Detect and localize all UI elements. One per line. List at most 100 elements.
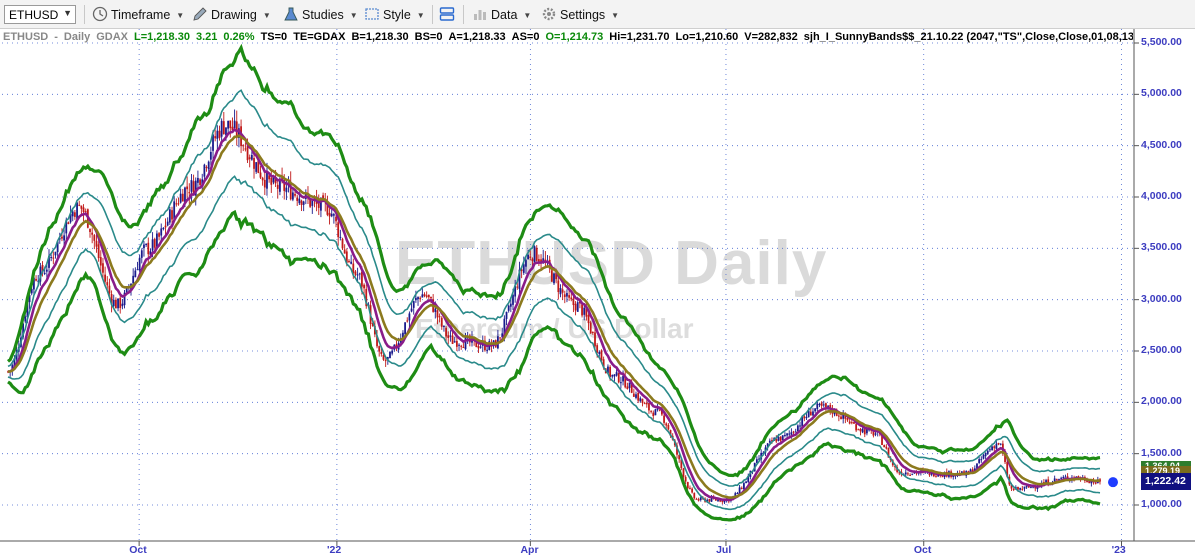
candle-body bbox=[686, 482, 689, 489]
candle-body bbox=[805, 417, 808, 419]
candle-body bbox=[850, 422, 853, 424]
time-tick-label: Apr bbox=[520, 544, 539, 556]
candle-body bbox=[861, 428, 864, 433]
candle-body bbox=[587, 314, 590, 324]
candle-body bbox=[380, 351, 383, 355]
candle-body bbox=[652, 412, 655, 417]
candle-body bbox=[626, 386, 629, 389]
candle-body bbox=[691, 488, 694, 493]
candle-body bbox=[559, 288, 562, 295]
status-te: TE=GDAX bbox=[293, 31, 346, 43]
candle-body bbox=[229, 120, 232, 129]
candle-body bbox=[162, 227, 165, 230]
price-tick-label: 2,000.00 bbox=[1141, 395, 1182, 408]
time-tick-label: Oct bbox=[129, 544, 147, 556]
candle-body bbox=[736, 493, 739, 495]
candle-body bbox=[822, 404, 825, 406]
candle-body bbox=[784, 434, 786, 436]
candle-body bbox=[95, 240, 98, 247]
candle-body bbox=[904, 472, 907, 475]
candle-body bbox=[248, 157, 251, 160]
candle-body bbox=[168, 209, 171, 223]
candle-body bbox=[689, 487, 691, 489]
candle-body bbox=[848, 421, 851, 424]
chevron-down-icon: ▼ bbox=[262, 11, 271, 20]
candle-body bbox=[516, 286, 519, 288]
candle-body bbox=[803, 416, 806, 419]
candle-body bbox=[637, 392, 640, 401]
candle-body bbox=[414, 297, 417, 301]
candle-body bbox=[84, 211, 87, 213]
drawing-button[interactable]: Drawing ▼ bbox=[192, 6, 271, 24]
candle-body bbox=[995, 443, 998, 449]
candle-body bbox=[423, 294, 426, 297]
candle-body bbox=[846, 418, 849, 421]
status-open: O=1,214.73 bbox=[545, 31, 604, 43]
candle-body bbox=[188, 192, 191, 194]
candle-body bbox=[93, 235, 96, 241]
style-button[interactable]: Style ▼ bbox=[364, 6, 425, 24]
status-change: 3.21 bbox=[195, 31, 218, 43]
candle-body bbox=[425, 295, 428, 297]
candle-body bbox=[566, 293, 568, 297]
candle-body bbox=[453, 341, 456, 343]
candle-body bbox=[708, 499, 711, 502]
status-symbol: ETHUSD bbox=[3, 31, 49, 43]
settings-button[interactable]: Settings ▼ bbox=[541, 6, 619, 24]
candle-body bbox=[635, 394, 637, 398]
candle-body bbox=[684, 477, 687, 482]
candle-body bbox=[52, 257, 55, 259]
candle-body bbox=[348, 260, 350, 262]
candle-body bbox=[721, 500, 724, 502]
candle-body bbox=[361, 271, 363, 287]
upper-outer-band-line bbox=[6, 43, 1101, 478]
status-high: Hi=1,231.70 bbox=[609, 31, 670, 43]
candle-body bbox=[197, 177, 199, 183]
candle-body bbox=[479, 346, 482, 348]
candle-body bbox=[436, 310, 439, 318]
candle-body bbox=[525, 260, 527, 267]
candle-body bbox=[89, 228, 91, 233]
candle-body bbox=[743, 483, 745, 490]
price-chart[interactable] bbox=[0, 29, 1195, 560]
candle-body bbox=[557, 280, 560, 293]
candle-body bbox=[119, 297, 122, 308]
studies-button[interactable]: Studies ▼ bbox=[283, 6, 358, 24]
candle-body bbox=[645, 402, 648, 405]
candle-body bbox=[270, 177, 273, 185]
status-bs: BS=0 bbox=[414, 31, 443, 43]
candle-body bbox=[440, 317, 443, 327]
candle-body bbox=[663, 415, 665, 423]
candle-body bbox=[173, 201, 176, 219]
candle-body bbox=[138, 257, 141, 271]
candle-body bbox=[449, 335, 452, 337]
toolbar-separator bbox=[84, 5, 85, 24]
candle-body bbox=[909, 474, 911, 476]
candle-body bbox=[250, 154, 253, 160]
candle-body bbox=[311, 200, 314, 206]
price-tick-label: 3,500.00 bbox=[1141, 241, 1182, 254]
candle-body bbox=[186, 186, 189, 190]
candle-body bbox=[509, 303, 512, 307]
candle-body bbox=[462, 347, 465, 349]
layout-button[interactable] bbox=[439, 6, 458, 24]
candle-body bbox=[697, 499, 700, 501]
candle-body bbox=[527, 254, 530, 260]
timeframe-button[interactable]: Timeframe ▼ bbox=[92, 6, 184, 24]
candle-body bbox=[907, 473, 909, 475]
data-button[interactable]: Data ▼ bbox=[472, 6, 531, 24]
candle-body bbox=[695, 498, 698, 500]
candle-body bbox=[863, 429, 866, 435]
candle-body bbox=[639, 398, 642, 402]
candle-body bbox=[54, 251, 57, 256]
candle-body bbox=[358, 273, 361, 275]
symbol-selector[interactable]: ETHUSD ▼ bbox=[4, 5, 76, 24]
candle-body bbox=[222, 121, 225, 134]
candle-body bbox=[777, 437, 780, 441]
gear-icon bbox=[542, 7, 556, 21]
candle-body bbox=[1060, 477, 1063, 479]
candle-body bbox=[572, 298, 575, 306]
candle-body bbox=[205, 166, 208, 168]
candle-body bbox=[613, 374, 616, 377]
candle-body bbox=[121, 303, 124, 307]
